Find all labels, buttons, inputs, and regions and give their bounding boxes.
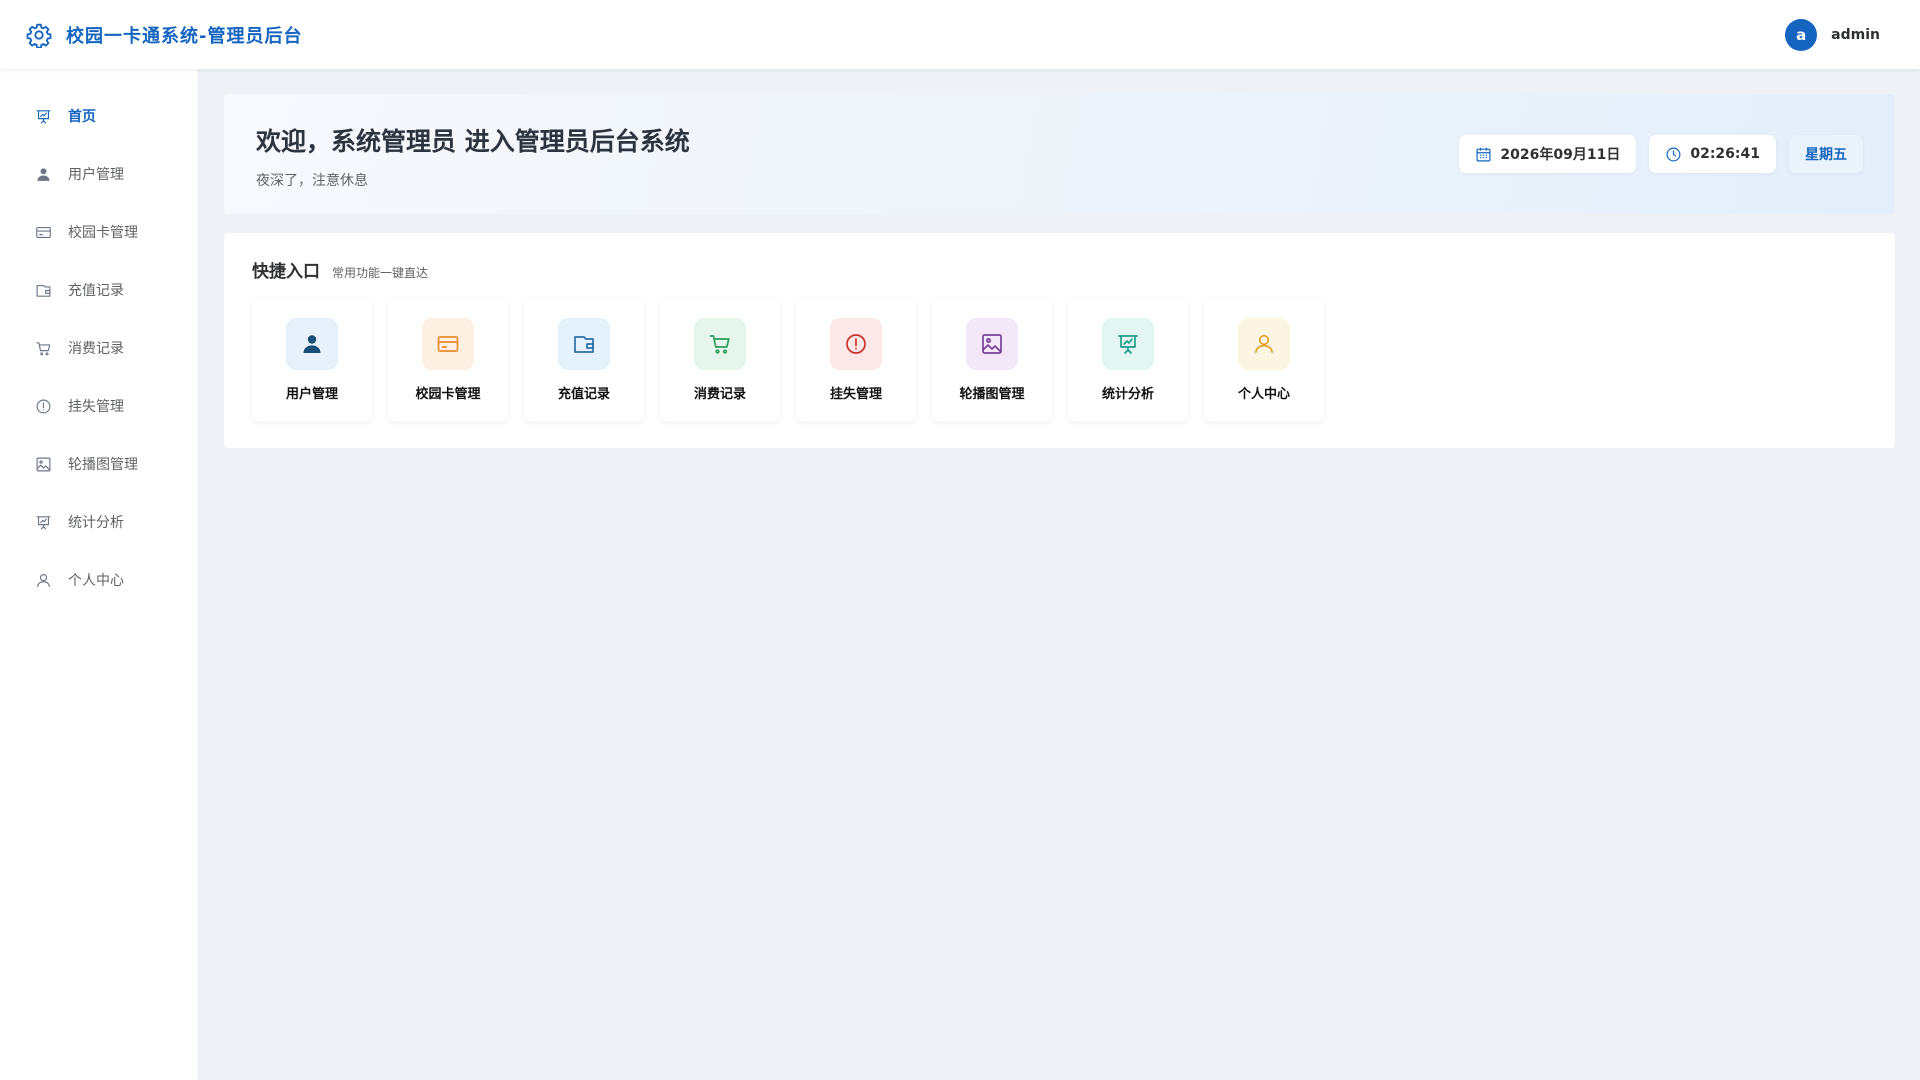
brand[interactable]: 校园一卡通系统-管理员后台 bbox=[26, 22, 302, 48]
quick-card-label: 用户管理 bbox=[285, 387, 338, 402]
presentation-chart-icon bbox=[34, 513, 52, 531]
credit-card-icon bbox=[34, 223, 52, 241]
quick-card-label: 校园卡管理 bbox=[415, 387, 481, 402]
clock-icon bbox=[1666, 147, 1681, 161]
sidebar-item-carousel[interactable]: 轮播图管理 bbox=[0, 435, 198, 493]
sidebar-item-label: 校园卡管理 bbox=[68, 225, 138, 241]
datetime-group: 2026年09月11日 02:26:41 星期五 bbox=[1459, 135, 1863, 173]
quick-card-cards[interactable]: 校园卡管理 bbox=[388, 298, 508, 422]
sidebar-item-label: 消费记录 bbox=[68, 341, 124, 357]
sidebar-item-loss-report[interactable]: 挂失管理 bbox=[0, 377, 198, 435]
quick-card-label: 充值记录 bbox=[557, 387, 610, 402]
quick-card-carousel[interactable]: 轮播图管理 bbox=[932, 298, 1052, 422]
user-icon bbox=[286, 318, 338, 370]
user-menu[interactable]: a admin bbox=[1785, 18, 1894, 51]
quick-entry-subtitle: 常用功能一键直达 bbox=[332, 266, 429, 280]
sidebar-item-label: 统计分析 bbox=[68, 515, 124, 531]
quick-card-statistics[interactable]: 统计分析 bbox=[1068, 298, 1188, 422]
weekday-chip: 星期五 bbox=[1789, 135, 1863, 173]
quick-entry-grid: 用户管理 校园卡管理 充值记录 消费记录 挂失管理 轮播图管理 统计分析 个人中… bbox=[252, 298, 1867, 422]
username[interactable]: admin bbox=[1831, 27, 1880, 43]
quick-card-consumption[interactable]: 消费记录 bbox=[660, 298, 780, 422]
quick-card-loss-report[interactable]: 挂失管理 bbox=[796, 298, 916, 422]
date-chip: 2026年09月11日 bbox=[1459, 135, 1637, 173]
sidebar-item-statistics[interactable]: 统计分析 bbox=[0, 493, 198, 551]
sidebar-item-home[interactable]: 首页 bbox=[0, 87, 198, 145]
quick-card-label: 挂失管理 bbox=[829, 387, 882, 402]
quick-card-label: 统计分析 bbox=[1101, 387, 1154, 402]
warning-circle-icon bbox=[830, 318, 882, 370]
quick-card-users[interactable]: 用户管理 bbox=[252, 298, 372, 422]
quick-card-label: 消费记录 bbox=[693, 387, 746, 402]
picture-icon bbox=[966, 318, 1018, 370]
date-text: 2026年09月11日 bbox=[1500, 147, 1621, 163]
sidebar: 首页 用户管理 校园卡管理 充值记录 消费记录 挂失管理 轮播图管理 统计分析 … bbox=[0, 69, 199, 1080]
warning-circle-icon bbox=[34, 397, 52, 415]
welcome-subtitle: 夜深了，注意休息 bbox=[256, 173, 368, 189]
presentation-chart-icon bbox=[1102, 318, 1154, 370]
weekday-text: 星期五 bbox=[1805, 147, 1847, 163]
gear-icon bbox=[26, 22, 52, 48]
quick-card-profile[interactable]: 个人中心 bbox=[1204, 298, 1324, 422]
person-outline-icon bbox=[1238, 318, 1290, 370]
quick-entry-header: 快捷入口 常用功能一键直达 bbox=[252, 257, 1867, 282]
credit-card-icon bbox=[422, 318, 474, 370]
sidebar-item-label: 个人中心 bbox=[68, 573, 124, 589]
avatar[interactable]: a bbox=[1785, 18, 1818, 51]
wallet-icon bbox=[558, 318, 610, 370]
sidebar-item-consumption[interactable]: 消费记录 bbox=[0, 319, 198, 377]
presentation-chart-icon bbox=[34, 107, 52, 125]
user-icon bbox=[34, 165, 52, 183]
sidebar-item-label: 用户管理 bbox=[68, 167, 124, 183]
time-text: 02:26:41 bbox=[1690, 146, 1760, 162]
quick-card-recharge[interactable]: 充值记录 bbox=[524, 298, 644, 422]
sidebar-item-profile[interactable]: 个人中心 bbox=[0, 551, 198, 609]
quick-entry-title: 快捷入口 bbox=[252, 262, 320, 282]
sidebar-item-label: 挂失管理 bbox=[68, 399, 124, 415]
sidebar-item-label: 充值记录 bbox=[68, 283, 124, 299]
quick-entry-panel: 快捷入口 常用功能一键直达 用户管理 校园卡管理 充值记录 消费记录 挂失管理 … bbox=[224, 233, 1895, 448]
app-title: 校园一卡通系统-管理员后台 bbox=[66, 25, 303, 47]
sidebar-item-users[interactable]: 用户管理 bbox=[0, 145, 198, 203]
top-header: 校园一卡通系统-管理员后台 a admin bbox=[0, 0, 1920, 69]
person-outline-icon bbox=[34, 571, 52, 589]
sidebar-item-label: 首页 bbox=[68, 109, 96, 125]
sidebar-item-label: 轮播图管理 bbox=[68, 457, 138, 473]
sidebar-item-cards[interactable]: 校园卡管理 bbox=[0, 203, 198, 261]
cart-icon bbox=[694, 318, 746, 370]
quick-card-label: 个人中心 bbox=[1237, 387, 1290, 402]
cart-icon bbox=[34, 339, 52, 357]
picture-icon bbox=[34, 455, 52, 473]
time-chip: 02:26:41 bbox=[1649, 135, 1776, 173]
welcome-banner: 欢迎，系统管理员 进入管理员后台系统 夜深了，注意休息 2026年09月11日 … bbox=[224, 94, 1895, 214]
sidebar-item-recharge[interactable]: 充值记录 bbox=[0, 261, 198, 319]
calendar-icon bbox=[1476, 147, 1491, 161]
wallet-icon bbox=[34, 281, 52, 299]
quick-card-label: 轮播图管理 bbox=[959, 387, 1025, 402]
